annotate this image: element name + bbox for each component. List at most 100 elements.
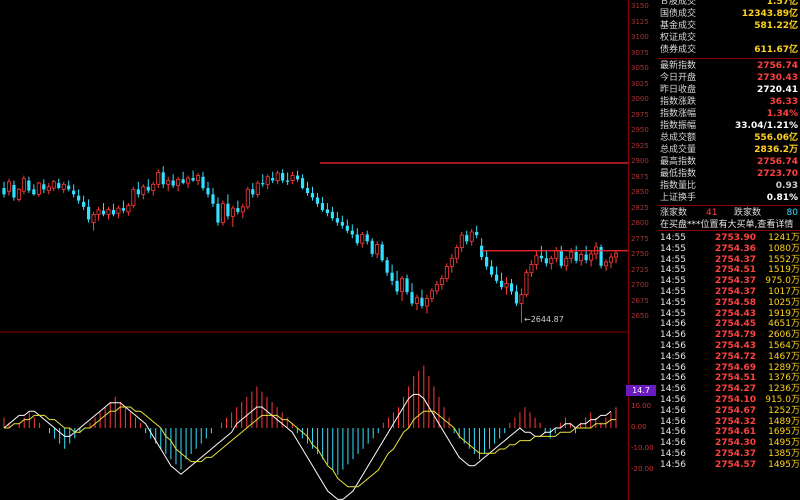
price-axis-label: 2775 xyxy=(631,234,649,243)
price-axis-label: 2750 xyxy=(631,250,649,258)
stat-label: 指数涨跌 xyxy=(660,97,697,107)
candle-body xyxy=(340,221,344,226)
candle-body xyxy=(589,253,594,261)
candle-body xyxy=(434,284,439,292)
candle-body xyxy=(380,244,384,261)
stat-value: 36.33 xyxy=(769,97,798,107)
candle-body xyxy=(355,234,359,244)
stat-value: 581.22亿 xyxy=(754,21,798,31)
index-stat-row: 指数涨幅 1.34% xyxy=(658,108,800,120)
candle-body xyxy=(604,261,609,267)
candle-body xyxy=(475,231,479,236)
candle-body xyxy=(300,178,305,189)
price-axis: 3150 3125 3100 3075 3050 3025 3000 2975 2950 2925… xyxy=(628,0,659,500)
divider xyxy=(658,58,800,59)
candle-body xyxy=(350,230,354,235)
price-axis-label: 2925 xyxy=(631,141,649,150)
candle-body xyxy=(265,176,270,185)
candle-body xyxy=(335,218,339,223)
candle-body xyxy=(275,172,280,181)
candle-body xyxy=(439,277,444,286)
price-axis-label: 3150 xyxy=(631,2,649,10)
kline-chart-area[interactable]: ←2644.87 xyxy=(0,0,628,500)
price-axis-label: 2850 xyxy=(631,188,649,196)
candle-body xyxy=(454,247,459,259)
candle-body xyxy=(106,208,111,215)
candle-body xyxy=(574,252,578,261)
market-stat-row: 权证成交 xyxy=(658,32,800,44)
candle-body xyxy=(42,184,46,190)
candle-body xyxy=(599,247,603,266)
candle-body xyxy=(320,203,325,211)
candle-body xyxy=(226,203,230,217)
candle-body xyxy=(206,188,210,195)
stat-value: 2836.2万 xyxy=(754,145,798,155)
stat-label: 权证成交 xyxy=(660,33,697,43)
up-label: 涨家数 xyxy=(660,208,688,218)
candle-body xyxy=(171,180,175,186)
candle-body xyxy=(494,274,499,281)
candle-body xyxy=(424,298,429,307)
index-stat-row: 最低指数 2723.70 xyxy=(658,168,800,180)
tick-row: 14:56 2754.57 1495万 xyxy=(658,459,800,471)
candle-body xyxy=(584,254,588,261)
candle-body xyxy=(330,211,334,219)
market-stat-row: Ｂ股成交 1.57亿 xyxy=(658,0,800,8)
price-axis-label: 2675 xyxy=(631,296,649,305)
candle-body xyxy=(96,209,101,215)
candle-body xyxy=(405,278,409,293)
macd-axis-label: -10.00 xyxy=(631,444,654,452)
price-axis-label: 3025 xyxy=(631,79,649,88)
price-axis-label: 2950 xyxy=(631,126,649,134)
candle-body xyxy=(490,266,494,275)
stat-value: 2723.70 xyxy=(757,169,798,179)
stat-label: 指数涨幅 xyxy=(660,109,697,119)
candle-body xyxy=(420,297,424,306)
candle-body xyxy=(504,282,509,288)
price-axis-label: 2800 xyxy=(631,219,649,227)
candle-body xyxy=(614,252,619,258)
stat-value: 2720.41 xyxy=(757,85,798,95)
candle-body xyxy=(220,203,225,223)
candle-body xyxy=(370,240,374,254)
candle-body xyxy=(325,209,330,214)
macd-axis-label: 0.00 xyxy=(631,423,647,431)
price-axis-label: 2725 xyxy=(631,265,649,274)
macd-axis-label: -20.00 xyxy=(631,465,654,473)
stat-value: 1.57亿 xyxy=(766,0,798,7)
candle-body xyxy=(315,197,320,204)
index-stat-row: 总成交量 2836.2万 xyxy=(658,144,800,156)
candle-body xyxy=(181,179,185,184)
candle-body xyxy=(375,244,380,255)
candle-body xyxy=(255,182,260,195)
candle-body xyxy=(57,183,61,189)
price-axis-label: 2975 xyxy=(631,110,649,119)
candle-body xyxy=(191,178,195,181)
kline-chart[interactable]: ←2644.87 xyxy=(0,0,628,500)
side-panel: Ｂ股成交 1.57亿 国债成交 12343.89亿 基金成交 581.22亿 权证成交 债券成… xyxy=(658,0,800,500)
price-axis-label: 3100 xyxy=(631,33,649,41)
candle-body xyxy=(554,250,559,259)
stat-label: 最新指数 xyxy=(660,61,697,71)
candle-body xyxy=(196,175,201,181)
tick-price: 2754.57 xyxy=(715,459,756,470)
candle-body xyxy=(519,294,524,304)
candle-body xyxy=(609,256,614,263)
candle-body xyxy=(67,185,71,190)
price-axis-label: 3125 xyxy=(631,17,649,26)
candle-body xyxy=(240,206,245,213)
candle-body xyxy=(91,214,96,223)
index-stat-row: 昨日收盘 2720.41 xyxy=(658,84,800,96)
stat-value: 556.06亿 xyxy=(754,133,798,143)
index-stat-row: 最高指数 2756.74 xyxy=(658,156,800,168)
candle-body xyxy=(485,257,489,267)
candle-body xyxy=(261,183,265,185)
candle-body xyxy=(101,210,106,215)
candle-body xyxy=(146,186,150,191)
macd-diff-line xyxy=(3,393,612,500)
candle-body xyxy=(514,291,519,304)
macd-group xyxy=(3,365,617,500)
candle-body xyxy=(444,266,449,279)
candle-body xyxy=(345,225,349,231)
divider xyxy=(658,205,800,206)
